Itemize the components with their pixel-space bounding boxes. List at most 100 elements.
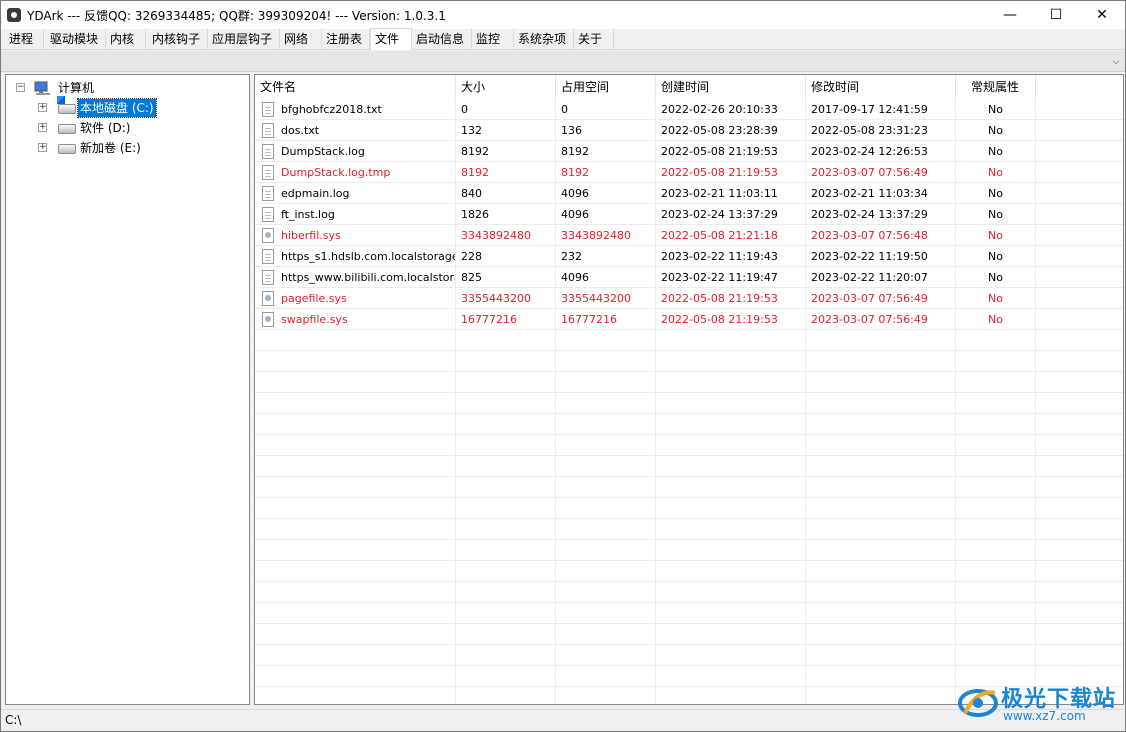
file-attributes: No — [956, 120, 1036, 141]
tab-kernel[interactable]: 内核 — [106, 29, 146, 49]
column-header-used-space[interactable]: 占用空间 — [556, 75, 656, 99]
file-modified: 2023-03-07 07:56:49 — [806, 309, 956, 330]
tab-file[interactable]: 文件 — [370, 28, 412, 50]
main-tabs: 进程 驱动模块 内核 内核钩子 应用层钩子 网络 注册表 文件 启动信息 监控 … — [1, 28, 1125, 50]
file-used-space: 16777216 — [556, 309, 656, 330]
file-attributes: No — [956, 309, 1036, 330]
file-used-space — [556, 351, 656, 372]
collapse-icon[interactable]: − — [16, 83, 25, 92]
minimize-button[interactable]: — — [987, 1, 1033, 29]
tab-about[interactable]: 关于 — [574, 29, 614, 49]
file-modified — [806, 477, 956, 498]
tab-monitor[interactable]: 监控 — [472, 29, 514, 49]
tab-kernel-hooks[interactable]: 内核钩子 — [148, 29, 208, 49]
file-used-space: 4096 — [556, 204, 656, 225]
file-created — [656, 456, 806, 477]
file-name: ft_inst.log — [255, 204, 456, 225]
file-modified: 2023-02-22 11:20:07 — [806, 267, 956, 288]
file-created: 2022-05-08 21:19:53 — [656, 288, 806, 309]
file-modified: 2017-09-17 12:41:59 — [806, 99, 956, 120]
close-button[interactable]: ✕ — [1079, 1, 1125, 29]
expand-icon[interactable]: + — [38, 143, 47, 152]
file-attributes: No — [956, 204, 1036, 225]
file-used-space — [556, 645, 656, 666]
tree-node-computer[interactable]: − 计算机 — [16, 79, 216, 97]
expand-icon[interactable]: + — [38, 103, 47, 112]
file-attributes — [956, 645, 1036, 666]
file-list: 文件名 大小 占用空间 创建时间 修改时间 常规属性 bfghobfcz2018… — [254, 74, 1124, 705]
column-header-created[interactable]: 创建时间 — [656, 75, 806, 99]
file-row[interactable]: bfghobfcz2018.txt 0 0 2022-02-26 20:10:33 20… — [255, 99, 1123, 120]
column-header-attributes[interactable]: 常规属性 — [956, 75, 1036, 99]
file-size: 0 — [456, 99, 556, 120]
tree-label-drive-e: 新加卷 (E:) — [80, 141, 141, 155]
tree-node-drive-d[interactable]: + 软件 (D:) — [38, 119, 238, 137]
file-attributes — [956, 603, 1036, 624]
expand-icon[interactable]: + — [38, 123, 47, 132]
tab-registry[interactable]: 注册表 — [322, 29, 370, 49]
empty-row — [255, 393, 1123, 414]
chevron-down-icon[interactable]: ⌵ — [1107, 51, 1125, 72]
file-size: 3343892480 — [456, 225, 556, 246]
column-header-name[interactable]: 文件名 — [255, 75, 456, 99]
column-header-size[interactable]: 大小 — [456, 75, 556, 99]
empty-row — [255, 435, 1123, 456]
file-name: dos.txt — [255, 120, 456, 141]
file-name — [255, 540, 456, 561]
empty-row — [255, 624, 1123, 645]
file-modified — [806, 624, 956, 645]
file-row[interactable]: edpmain.log 840 4096 2023-02-21 11:03:11 202… — [255, 183, 1123, 204]
tree-node-drive-c[interactable]: + 本地磁盘 (C:) — [38, 96, 238, 118]
file-created — [656, 687, 806, 704]
file-used-space — [556, 603, 656, 624]
file-row[interactable]: DumpStack.log 8192 8192 2022-05-08 21:19:53… — [255, 141, 1123, 162]
empty-row — [255, 645, 1123, 666]
file-attributes — [956, 582, 1036, 603]
tree-label-drive-c: 本地磁盘 (C:) — [77, 98, 157, 118]
file-used-space — [556, 666, 656, 687]
file-created — [656, 435, 806, 456]
file-modified — [806, 666, 956, 687]
file-row[interactable]: hiberfil.sys 3343892480 3343892480 2022-05-… — [255, 225, 1123, 246]
file-used-space: 8192 — [556, 162, 656, 183]
file-size — [456, 519, 556, 540]
column-header-modified[interactable]: 修改时间 — [806, 75, 956, 99]
app-window: YDArk --- 反馈QQ: 3269334485; QQ群: 3993092… — [0, 0, 1126, 732]
file-used-space — [556, 624, 656, 645]
tab-system-misc[interactable]: 系统杂项 — [514, 29, 574, 49]
drive-icon — [58, 124, 76, 134]
file-row[interactable]: https_www.bilibili.com.localstorage 825 40… — [255, 267, 1123, 288]
app-icon — [7, 8, 21, 22]
file-name — [255, 393, 456, 414]
file-attributes: No — [956, 267, 1036, 288]
file-row[interactable]: pagefile.sys 3355443200 3355443200 2022-05-… — [255, 288, 1123, 309]
file-used-space — [556, 687, 656, 704]
tab-startup-info[interactable]: 启动信息 — [412, 29, 472, 49]
file-created — [656, 645, 806, 666]
file-row[interactable]: https_s1.hdslb.com.localstorage 228 232 202… — [255, 246, 1123, 267]
file-row[interactable]: ft_inst.log 1826 4096 2023-02-24 13:37:29 20… — [255, 204, 1123, 225]
file-row[interactable]: DumpStack.log.tmp 8192 8192 2022-05-08 21:1… — [255, 162, 1123, 183]
file-name — [255, 477, 456, 498]
tab-network[interactable]: 网络 — [280, 29, 322, 49]
maximize-button[interactable]: ☐ — [1033, 1, 1079, 29]
file-size — [456, 456, 556, 477]
file-used-space — [556, 561, 656, 582]
tree-node-drive-e[interactable]: + 新加卷 (E:) — [38, 139, 238, 157]
file-size: 840 — [456, 183, 556, 204]
file-size — [456, 330, 556, 351]
file-size — [456, 498, 556, 519]
file-name: https_s1.hdslb.com.localstorage — [255, 246, 456, 267]
path-combobox[interactable]: ⌵ — [1, 51, 1125, 72]
tab-app-hooks[interactable]: 应用层钩子 — [208, 29, 280, 49]
file-size: 8192 — [456, 162, 556, 183]
file-size — [456, 687, 556, 704]
file-row[interactable]: swapfile.sys 16777216 16777216 2022-05-08 2… — [255, 309, 1123, 330]
tab-process[interactable]: 进程 — [5, 29, 44, 49]
tab-driver-modules[interactable]: 驱动模块 — [46, 29, 106, 49]
file-name — [255, 330, 456, 351]
file-created: 2022-05-08 21:19:53 — [656, 141, 806, 162]
file-row[interactable]: dos.txt 132 136 2022-05-08 23:28:39 2022-05-… — [255, 120, 1123, 141]
file-name — [255, 603, 456, 624]
file-modified — [806, 414, 956, 435]
